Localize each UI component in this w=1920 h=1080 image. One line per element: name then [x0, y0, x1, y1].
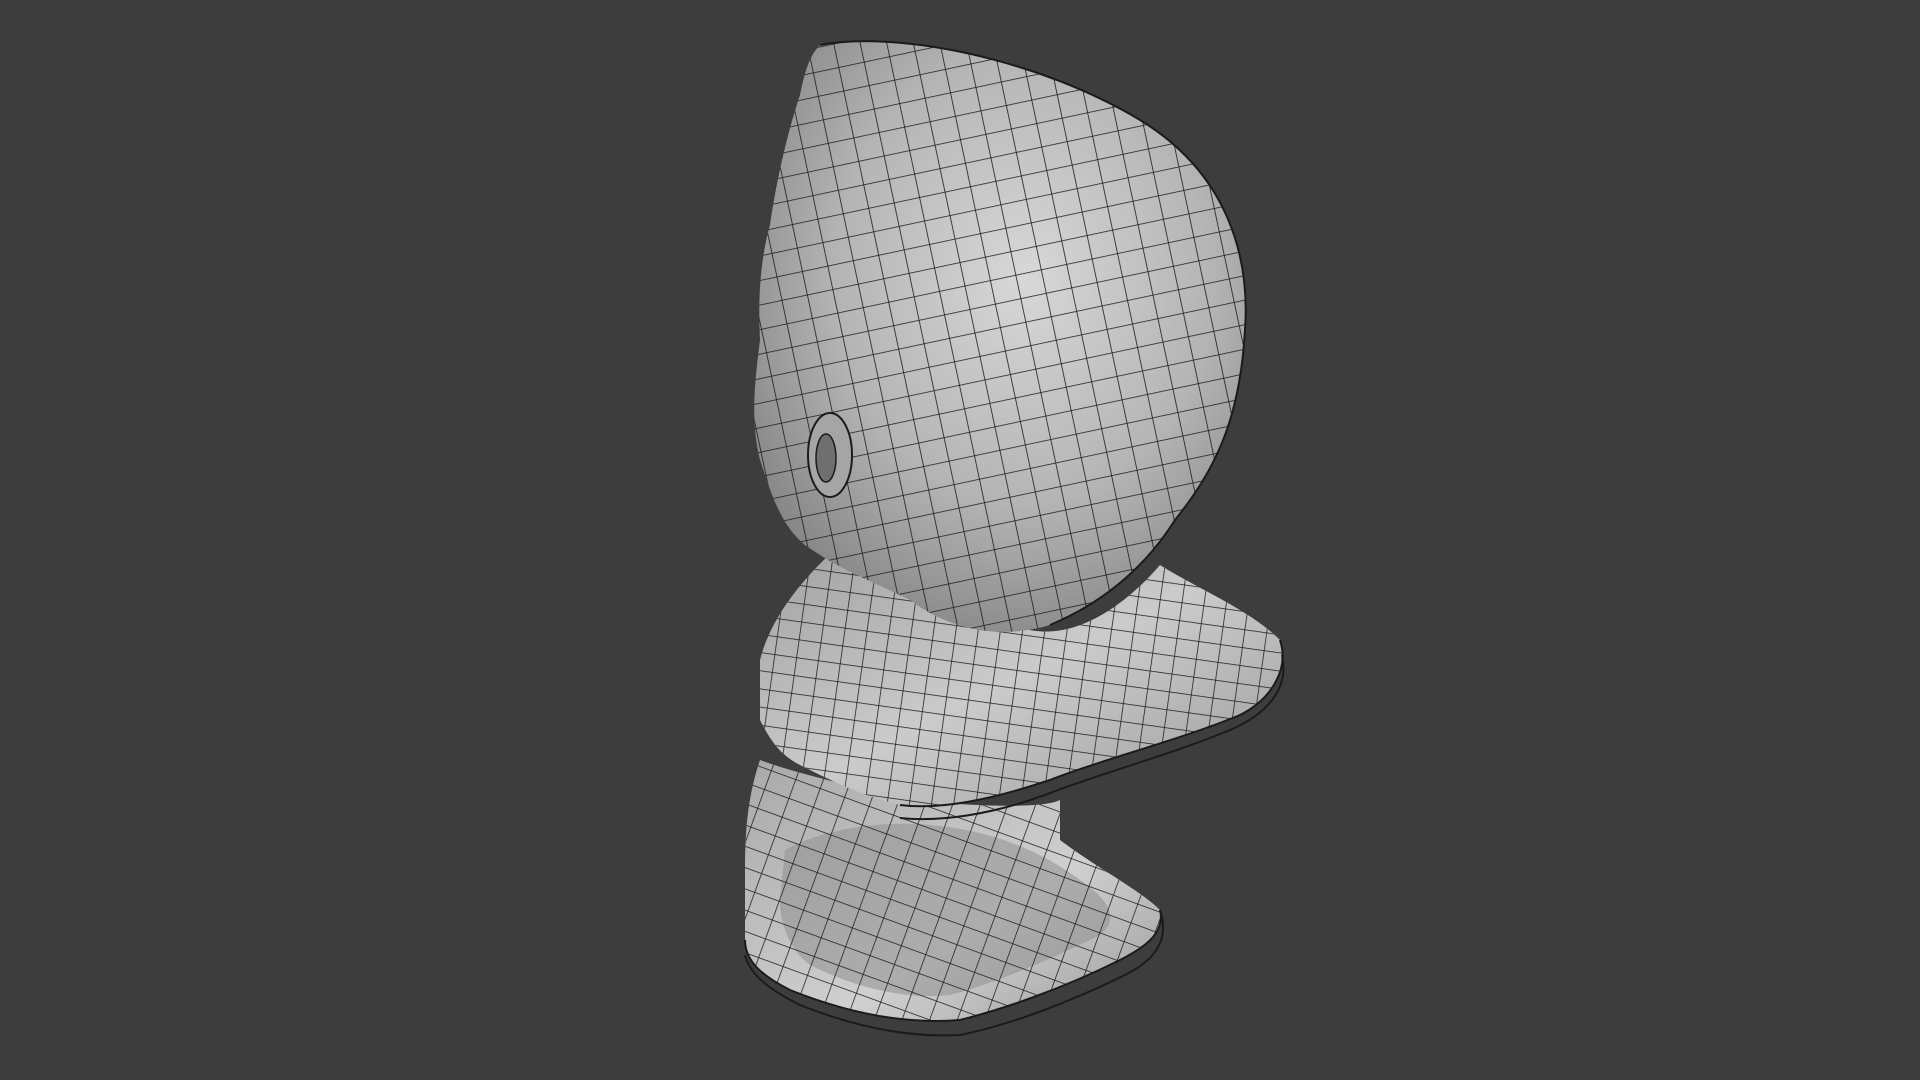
viewport-canvas[interactable]: [0, 0, 1920, 1080]
bust-ear: [807, 412, 853, 498]
3d-viewport[interactable]: [0, 0, 1920, 1080]
